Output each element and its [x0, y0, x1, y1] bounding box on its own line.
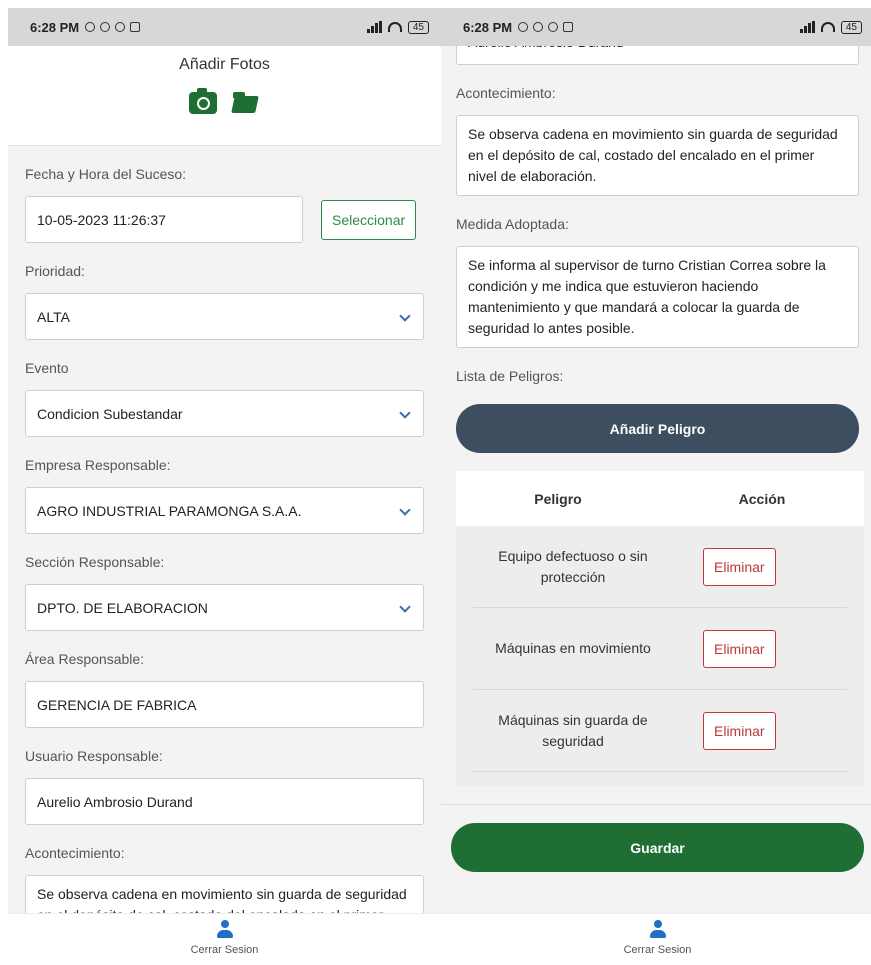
header-accion: Acción	[738, 490, 786, 507]
table-row: Máquinas sin guarda de seguridad Elimina…	[473, 690, 847, 772]
status-icons	[518, 22, 574, 32]
seccion-value: DPTO. DE ELABORACION	[37, 599, 208, 616]
eliminar-button[interactable]: Eliminar	[703, 711, 776, 750]
eliminar-button[interactable]: Eliminar	[703, 629, 776, 668]
status-icons	[85, 22, 141, 32]
chevron-down-icon	[399, 310, 411, 322]
add-photos-section: Añadir Fotos	[8, 46, 441, 146]
chevron-down-icon	[399, 407, 411, 419]
fecha-label: Fecha y Hora del Suceso:	[25, 166, 187, 182]
status-bar: 6:28 PM 45	[8, 8, 441, 46]
cerrar-sesion-label[interactable]: Cerrar Sesion	[8, 944, 441, 956]
peligro-name: Equipo defectuoso o sin protección	[498, 547, 648, 585]
acontecimiento-label: Acontecimiento:	[456, 85, 556, 101]
user-icon[interactable]	[649, 920, 667, 940]
table-row: Equipo defectuoso o sin protección Elimi…	[473, 526, 847, 608]
bottom-nav[interactable]: Cerrar Sesion	[441, 913, 871, 965]
status-time: 6:28 PM	[30, 19, 80, 35]
wifi-icon	[387, 22, 402, 32]
battery-icon: 45	[840, 20, 862, 34]
peligro-name: Máquinas en movimiento	[495, 640, 651, 656]
seccion-select[interactable]: DPTO. DE ELABORACION	[25, 584, 424, 631]
table-header: Peligro Acción	[456, 471, 864, 526]
prioridad-label: Prioridad:	[25, 263, 85, 279]
form-scroll-area[interactable]: Añadir Fotos Fecha y Hora del Suceso: 10…	[8, 46, 441, 913]
prioridad-select[interactable]: ALTA	[25, 293, 424, 340]
seleccionar-button[interactable]: Seleccionar	[321, 199, 417, 240]
battery-icon: 45	[407, 20, 429, 34]
empresa-value: AGRO INDUSTRIAL PARAMONGA S.A.A.	[37, 502, 302, 519]
peligro-name: Máquinas sin guarda de seguridad	[498, 711, 648, 749]
status-bar: 6:28 PM 45	[441, 8, 871, 46]
seccion-label: Sección Responsable:	[25, 554, 165, 570]
peligros-table: Peligro Acción Equipo defectuoso o sin p…	[456, 471, 864, 786]
acontecimiento-label: Acontecimiento:	[25, 845, 125, 861]
add-peligro-button[interactable]: Añadir Peligro	[456, 404, 859, 453]
cerrar-sesion-label[interactable]: Cerrar Sesion	[441, 944, 871, 956]
status-time: 6:28 PM	[463, 19, 513, 35]
phone-screen-right: 6:28 PM 45 Aurelio Ambrosio Durand Acont…	[441, 8, 871, 965]
acontecimiento-textarea[interactable]: Se observa cadena en movimiento sin guar…	[25, 875, 424, 913]
empresa-select[interactable]: AGRO INDUSTRIAL PARAMONGA S.A.A.	[25, 487, 424, 534]
evento-select[interactable]: Condicion Subestandar	[25, 390, 424, 437]
chevron-down-icon	[399, 504, 411, 516]
folder-icon[interactable]	[232, 92, 261, 114]
medida-label: Medida Adoptada:	[456, 216, 569, 232]
acontecimiento-textarea[interactable]: Se observa cadena en movimiento sin guar…	[456, 115, 859, 196]
bottom-nav[interactable]: Cerrar Sesion	[8, 913, 441, 965]
signal-icon	[366, 21, 382, 33]
add-photos-title: Añadir Fotos	[179, 56, 270, 73]
area-label: Área Responsable:	[25, 651, 145, 667]
prioridad-value: ALTA	[37, 308, 70, 325]
header-peligro: Peligro	[534, 490, 582, 507]
guardar-button[interactable]: Guardar	[451, 823, 864, 872]
chevron-down-icon	[399, 601, 411, 613]
medida-textarea[interactable]: Se informa al supervisor de turno Cristi…	[456, 246, 859, 348]
lista-peligros-label: Lista de Peligros:	[456, 368, 564, 384]
wifi-icon	[820, 22, 835, 32]
usuario-input[interactable]: Aurelio Ambrosio Durand	[456, 46, 859, 65]
form-scroll-area[interactable]: Aurelio Ambrosio Durand Acontecimiento: …	[441, 46, 871, 913]
fecha-input[interactable]: 10-05-2023 11:26:37	[25, 196, 303, 243]
usuario-input[interactable]: Aurelio Ambrosio Durand	[25, 778, 424, 825]
table-row: Máquinas en movimiento Eliminar	[473, 608, 847, 690]
user-icon[interactable]	[216, 920, 234, 940]
usuario-label: Usuario Responsable:	[25, 748, 163, 764]
evento-value: Condicion Subestandar	[37, 405, 183, 422]
eliminar-button[interactable]: Eliminar	[703, 547, 776, 586]
camera-icon[interactable]	[188, 88, 217, 114]
signal-icon	[799, 21, 815, 33]
phone-screen-left: 6:28 PM 45 Añadir Fotos Fecha y Hora del…	[8, 8, 441, 965]
area-input[interactable]: GERENCIA DE FABRICA	[25, 681, 424, 728]
evento-label: Evento	[25, 360, 69, 376]
empresa-label: Empresa Responsable:	[25, 457, 171, 473]
